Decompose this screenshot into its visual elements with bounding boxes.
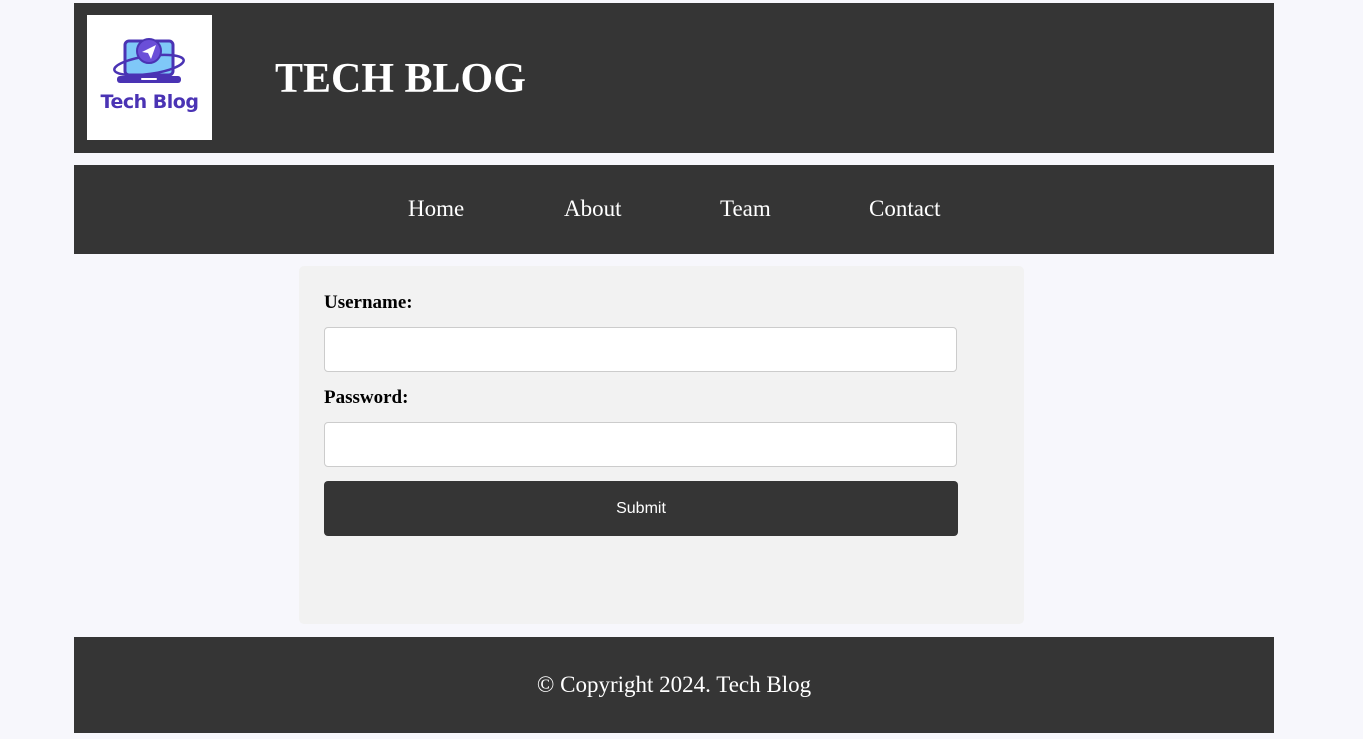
submit-button[interactable]: Submit bbox=[324, 481, 958, 536]
site-footer: © Copyright 2024. Tech Blog bbox=[74, 637, 1274, 733]
nav-link-contact[interactable]: Contact bbox=[869, 195, 941, 223]
login-form: Username: Password: Submit bbox=[299, 266, 1024, 624]
nav-link-about[interactable]: About bbox=[564, 195, 622, 223]
page: Tech Blog TECH BLOG Home About Team Cont… bbox=[0, 0, 1363, 739]
laptop-send-icon bbox=[113, 38, 185, 83]
username-input[interactable] bbox=[324, 327, 957, 372]
password-input[interactable] bbox=[324, 422, 957, 467]
nav-link-team[interactable]: Team bbox=[720, 195, 771, 223]
copyright-text: © Copyright 2024. Tech Blog bbox=[536, 672, 812, 697]
password-label: Password: bbox=[324, 387, 409, 408]
logo-text: Tech Blog bbox=[100, 91, 199, 113]
site-title: TECH BLOG bbox=[275, 56, 526, 102]
site-header: Tech Blog TECH BLOG bbox=[74, 3, 1274, 153]
username-label: Username: bbox=[324, 292, 413, 313]
site-logo[interactable]: Tech Blog bbox=[87, 15, 212, 140]
main-nav: Home About Team Contact bbox=[74, 165, 1274, 254]
nav-link-home[interactable]: Home bbox=[408, 195, 464, 223]
